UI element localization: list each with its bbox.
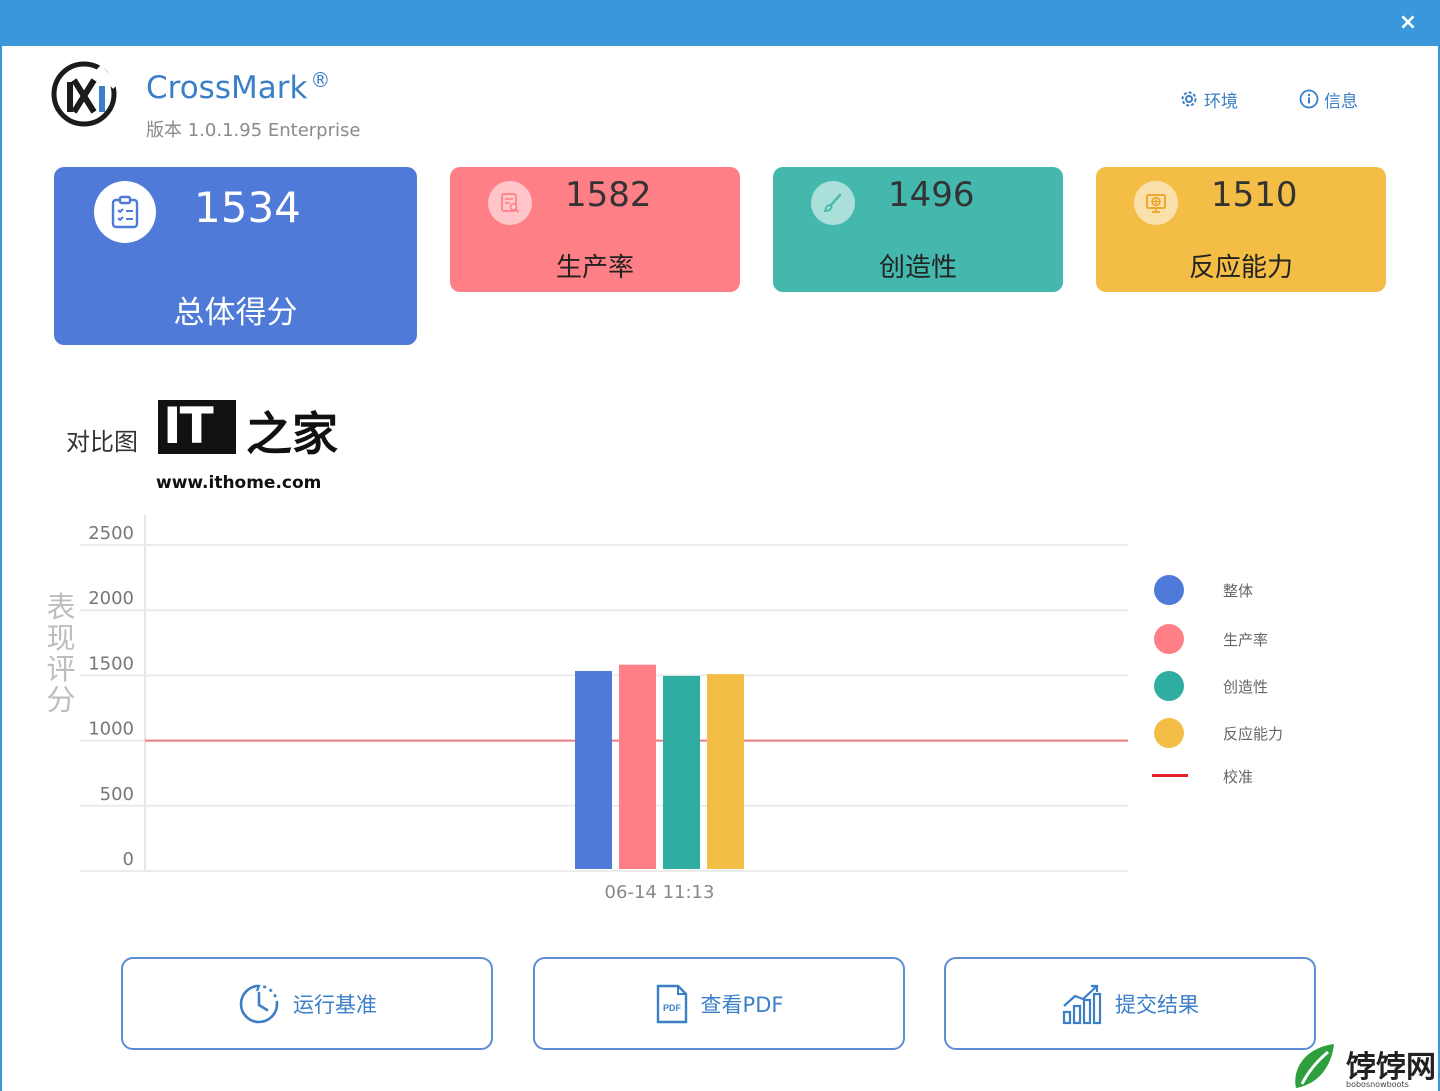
y-tick-label: 0 <box>123 849 134 870</box>
app-title: CrossMark ® <box>146 68 331 106</box>
creativity-score-card: 1496 创造性 <box>773 167 1063 292</box>
info-link[interactable]: 信息 <box>1299 88 1358 112</box>
overall-score-label: 总体得分 <box>173 295 298 331</box>
legend-swatch <box>1154 718 1184 748</box>
site-brand-sub: bobosnowboots <box>1346 1080 1409 1089</box>
svg-text:PDF: PDF <box>663 1003 682 1013</box>
legend-label: 生产率 <box>1223 631 1269 649</box>
creativity-score-label: 创造性 <box>878 253 957 283</box>
environment-link[interactable]: 环境 <box>1179 88 1238 112</box>
registered-mark: ® <box>310 68 331 92</box>
y-tick-label: 2000 <box>88 588 134 609</box>
legend-item-creativity: 创造性 <box>1150 671 1350 701</box>
legend-item-calibration: 校准 <box>1150 761 1350 791</box>
ithome-logo-text: IT <box>163 397 214 455</box>
app-name: CrossMark <box>146 70 308 106</box>
info-label: 信息 <box>1324 91 1358 112</box>
y-tick-label: 1000 <box>88 719 134 740</box>
ithome-home-text: 之家 <box>246 407 338 461</box>
legend-swatch <box>1154 671 1184 701</box>
view-pdf-label: 查看PDF <box>700 992 784 1017</box>
comparison-bar-chart: 2500 2000 1500 1000 500 0 06-14 11:13 <box>80 515 1128 903</box>
title-bar: × <box>0 0 1440 46</box>
y-tick-label: 2500 <box>88 523 134 544</box>
overall-score-value: 1534 <box>194 183 301 232</box>
gear-icon <box>1181 91 1197 107</box>
responsiveness-score-label: 反应能力 <box>1188 253 1293 283</box>
monitor-globe-icon <box>1134 181 1178 225</box>
legend-line-swatch <box>1152 774 1188 777</box>
pdf-icon: PDF <box>656 984 687 1023</box>
legend-item-overall: 整体 <box>1150 575 1350 605</box>
overall-score-card: 1534 总体得分 <box>54 167 417 345</box>
legend-label: 整体 <box>1223 582 1254 600</box>
brush-icon <box>811 181 855 225</box>
clipboard-icon <box>94 181 156 243</box>
info-icon <box>1299 89 1319 109</box>
submit-results-button[interactable]: 提交结果 <box>944 957 1316 1050</box>
app-version: 版本 1.0.1.95 Enterprise <box>146 120 361 141</box>
legend-swatch <box>1154 624 1184 654</box>
chart-submit-icon <box>1062 984 1102 1024</box>
bar-3 <box>663 675 700 869</box>
legend-label: 校准 <box>1223 768 1254 786</box>
bar-2 <box>619 664 656 869</box>
legend-label: 反应能力 <box>1223 725 1284 743</box>
ithome-url: www.ithome.com <box>156 473 322 493</box>
legend-swatch <box>1154 575 1184 605</box>
legend-label: 创造性 <box>1223 678 1269 696</box>
bar-1 <box>575 670 612 869</box>
close-button[interactable]: × <box>1394 8 1422 38</box>
x-category-label: 06-14 11:13 <box>605 882 715 903</box>
submit-results-label: 提交结果 <box>1115 992 1199 1017</box>
creativity-score-value: 1496 <box>888 175 975 215</box>
clock-run-icon <box>239 984 279 1023</box>
y-tick-label: 500 <box>100 784 134 805</box>
legend-item-productivity: 生产率 <box>1150 624 1350 654</box>
run-benchmark-button[interactable]: 运行基准 <box>121 957 493 1050</box>
document-search-icon <box>488 181 532 225</box>
y-tick-label: 1500 <box>88 653 134 674</box>
responsiveness-score-value: 1510 <box>1211 175 1298 215</box>
run-benchmark-label: 运行基准 <box>293 992 377 1017</box>
crossmark-logo-icon <box>51 61 119 127</box>
comparison-title: 对比图 <box>66 428 138 456</box>
productivity-score-value: 1582 <box>565 175 652 215</box>
environment-label: 环境 <box>1204 91 1238 112</box>
view-pdf-button[interactable]: PDF 查看PDF <box>533 957 905 1050</box>
legend-item-responsiveness: 反应能力 <box>1150 718 1350 748</box>
bar-4 <box>707 674 744 869</box>
responsiveness-score-card: 1510 反应能力 <box>1096 167 1386 292</box>
productivity-score-card: 1582 生产率 <box>450 167 740 292</box>
productivity-score-label: 生产率 <box>555 253 634 283</box>
